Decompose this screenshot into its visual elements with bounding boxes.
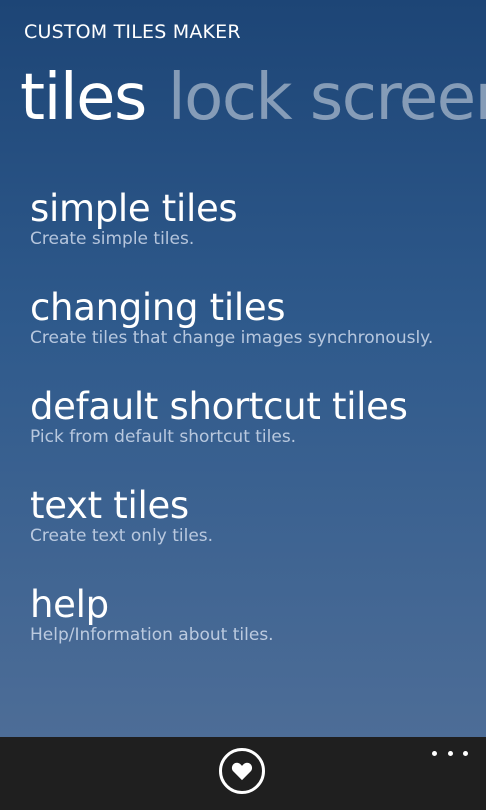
menu-item-title: default shortcut tiles xyxy=(30,385,408,428)
heart-icon xyxy=(231,762,253,781)
menu-item-title: text tiles xyxy=(30,484,189,527)
menu-item-subtitle: Pick from default shortcut tiles. xyxy=(30,427,297,447)
pivot-headers: tiles lock screen xyxy=(20,58,486,138)
menu-item-subtitle: Create text only tiles. xyxy=(30,526,214,546)
menu-item-help[interactable]: help Help/Information about tiles. xyxy=(30,582,480,681)
app-title: CUSTOM TILES MAKER xyxy=(24,21,241,43)
menu-item-title: changing tiles xyxy=(30,286,286,329)
menu-item-title: simple tiles xyxy=(30,187,238,230)
menu-item-simple-tiles[interactable]: simple tiles Create simple tiles. xyxy=(30,186,480,285)
tab-tiles[interactable]: tiles xyxy=(20,58,147,138)
menu-item-changing-tiles[interactable]: changing tiles Create tiles that change … xyxy=(30,285,480,384)
menu-item-subtitle: Create simple tiles. xyxy=(30,229,195,249)
menu-item-default-shortcut-tiles[interactable]: default shortcut tiles Pick from default… xyxy=(30,384,480,483)
ellipsis-dot xyxy=(463,750,468,756)
favorite-button[interactable] xyxy=(219,748,265,794)
menu-item-subtitle: Help/Information about tiles. xyxy=(30,625,274,645)
main-screen: CUSTOM TILES MAKER tiles lock screen simp… xyxy=(0,0,486,737)
ellipsis-dot xyxy=(432,750,437,756)
ellipsis-icon[interactable] xyxy=(432,745,468,761)
app-bar xyxy=(0,737,486,810)
menu-item-title: help xyxy=(30,583,109,626)
ellipsis-dot xyxy=(447,750,453,756)
menu-item-text-tiles[interactable]: text tiles Create text only tiles. xyxy=(30,483,480,582)
menu-item-subtitle: Create tiles that change images synchron… xyxy=(30,328,434,348)
menu-list: simple tiles Create simple tiles. changi… xyxy=(30,186,480,681)
tab-lock-screen[interactable]: lock screen xyxy=(168,58,486,138)
